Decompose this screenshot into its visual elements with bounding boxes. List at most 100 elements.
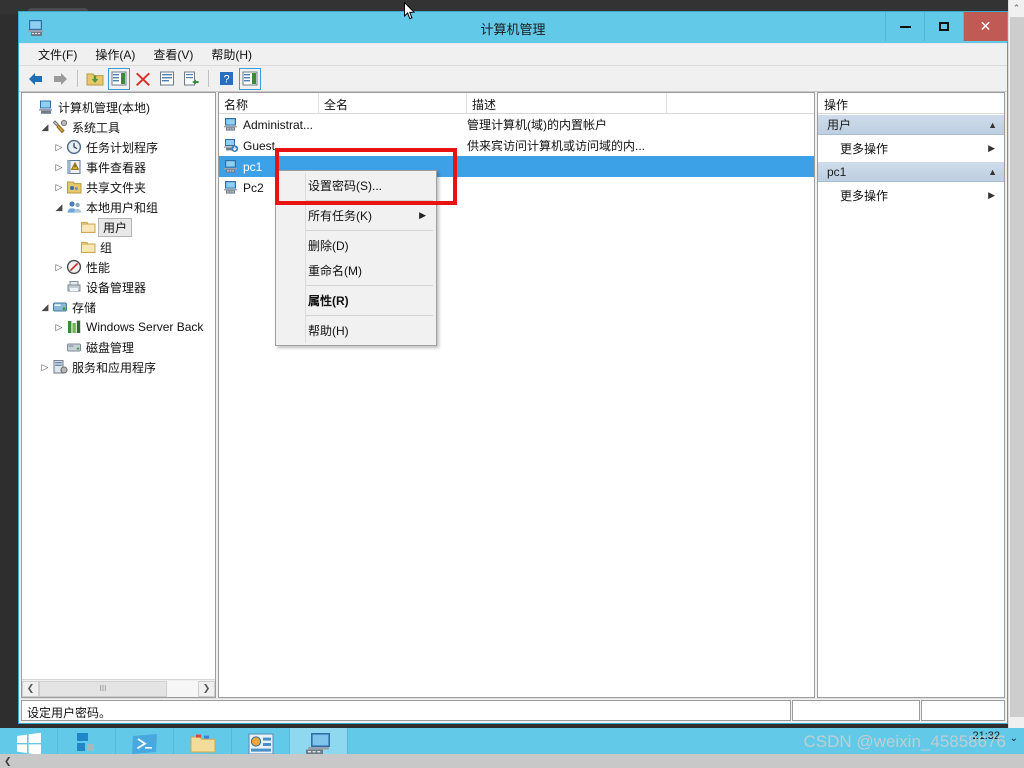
tree-item-4[interactable]: ▷ 共享文件夹 <box>24 177 215 197</box>
taskbar: 21:32 ⌄ CSDN @weixin_45858676 ❮ <box>0 728 1024 768</box>
cell-description: 供来宾访问计算机或访问域的内... <box>467 139 646 153</box>
menu-help[interactable]: 帮助(H) <box>202 44 261 65</box>
svg-text:?: ? <box>223 74 229 86</box>
properties-button[interactable] <box>156 68 178 90</box>
tree-item-10[interactable]: ◢ 存储 <box>24 297 215 317</box>
close-button[interactable]: ✕ <box>963 12 1007 41</box>
actions-pane-header: 操作 <box>818 93 1004 114</box>
minimize-button[interactable] <box>885 12 924 41</box>
actions-pane: 操作 用户 ▲ 更多操作 ▶ pc1 ▲ 更多操作 ▶ <box>817 92 1005 698</box>
tree-item-0[interactable]: 计算机管理(本地) <box>24 97 215 117</box>
page-scroll-track[interactable] <box>1009 17 1024 751</box>
back-button[interactable] <box>25 68 47 90</box>
action-item-more-actions[interactable]: 更多操作 ▶ <box>818 135 1004 161</box>
tree-item-3[interactable]: ▷ 事件查看器 <box>24 157 215 177</box>
console-tree[interactable]: 计算机管理(本地) ◢ 系统工具 ▷ 任务计划程序 ▷ 事件查看器 ▷ 共享文件夹 ◢ 本地用户和组… <box>22 93 215 679</box>
tree-item-6[interactable]: 用户 <box>24 217 215 237</box>
tree-item-7[interactable]: 组 <box>24 237 215 257</box>
tree-twisty-3[interactable]: ▷ <box>52 162 66 173</box>
task-scheduler-icon <box>66 139 83 155</box>
show-action-pane-button[interactable] <box>239 67 261 90</box>
cell-name: Guest <box>219 138 319 153</box>
menu-action[interactable]: 操作(A) <box>86 44 144 65</box>
column-header-fullname[interactable]: 全名 <box>319 93 467 113</box>
column-header-name[interactable]: 名称 <box>219 93 319 113</box>
page-scrollbar[interactable]: ⌃ ⌄ <box>1008 0 1024 768</box>
watermark-text: CSDN @weixin_45858676 <box>803 732 1006 751</box>
context-menu-item-4[interactable]: 属性(R) <box>276 288 436 313</box>
tree-item-5[interactable]: ◢ 本地用户和组 <box>24 197 215 217</box>
page-scroll-thumb[interactable] <box>1010 17 1024 717</box>
file-explorer-icon <box>190 734 215 753</box>
context-menu-item-label: 重命名(M) <box>308 264 362 278</box>
tree-scroll-right-button[interactable]: ❯ <box>198 680 215 697</box>
tree-item-12[interactable]: 磁盘管理 <box>24 337 215 357</box>
window-titlebar[interactable]: 计算机管理 ✕ <box>19 12 1007 43</box>
tree-twisty-2[interactable]: ▷ <box>52 142 66 153</box>
window-title: 计算机管理 <box>480 22 546 37</box>
maximize-button[interactable] <box>924 12 963 41</box>
tray-expand-icon[interactable]: ⌄ <box>1010 733 1018 744</box>
tree-item-9[interactable]: 设备管理器 <box>24 277 215 297</box>
action-group-header-0[interactable]: 用户 ▲ <box>818 114 1004 135</box>
minimize-icon <box>899 25 911 28</box>
table-row[interactable]: Administrat... 管理计算机(域)的内置帐户 <box>219 114 814 135</box>
action-item-label: 更多操作 <box>840 141 889 156</box>
tree-scroll-left-button[interactable]: ❮ <box>22 680 39 697</box>
tree-item-2[interactable]: ▷ 任务计划程序 <box>24 137 215 157</box>
column-header-blank[interactable] <box>667 93 814 113</box>
action-group-header-1[interactable]: pc1 ▲ <box>818 161 1004 182</box>
collapse-caret-icon[interactable]: ▲ <box>988 120 997 130</box>
forward-button[interactable] <box>49 68 71 90</box>
context-menu-item-label: 设置密码(S)... <box>308 179 382 193</box>
up-folder-icon <box>86 73 104 85</box>
user-icon <box>223 117 239 132</box>
tree-twisty-4[interactable]: ▷ <box>52 182 66 193</box>
menu-file[interactable]: 文件(F) <box>29 44 86 65</box>
context-menu-item-5[interactable]: 帮助(H) <box>276 318 436 343</box>
local-users-icon <box>66 199 83 215</box>
bottom-strip-arrow[interactable]: ❮ <box>4 756 12 767</box>
table-row[interactable]: Guest 供来宾访问计算机或访问域的内... <box>219 135 814 156</box>
tree-twisty-11[interactable]: ▷ <box>52 322 66 333</box>
context-menu-separator-4 <box>306 315 433 316</box>
show-hide-tree-button[interactable] <box>108 67 130 90</box>
tree-twisty-5[interactable]: ◢ <box>52 202 66 213</box>
up-folder-button[interactable] <box>84 68 106 90</box>
control-panel-icon <box>248 733 273 755</box>
tree-scroll-track[interactable]: ااا <box>39 680 198 697</box>
context-menu-item-2[interactable]: 删除(D) <box>276 233 436 258</box>
page-scroll-up-button[interactable]: ⌃ <box>1009 0 1024 17</box>
screen: 计算机管理 ✕ 文件(F) 操作(A) 查看(V) 帮助(H) ? 计算机管理(… <box>0 0 1024 768</box>
context-menu-item-3[interactable]: 重命名(M) <box>276 258 436 283</box>
tree-item-label: 服务和应用程序 <box>72 360 157 375</box>
tree-scroll-thumb[interactable]: ااا <box>39 680 167 697</box>
submenu-arrow-icon: ▶ <box>988 189 995 200</box>
help-button[interactable]: ? <box>215 68 237 90</box>
delete-button[interactable] <box>132 68 154 90</box>
context-menu-item-label: 属性(R) <box>308 294 349 308</box>
shared-folders-icon <box>66 179 83 195</box>
status-text: 设定用户密码。 <box>21 700 791 721</box>
folder-icon <box>80 239 97 255</box>
menu-view[interactable]: 查看(V) <box>144 44 202 65</box>
action-group-title: 用户 <box>827 118 852 132</box>
user-context-menu[interactable]: 设置密码(S)... 所有任务(K) ▶ 删除(D) 重命名(M) 属性(R) 帮助(H) <box>275 170 437 346</box>
tree-twisty-10[interactable]: ◢ <box>38 302 52 313</box>
context-menu-item-0[interactable]: 设置密码(S)... <box>276 173 436 198</box>
tree-twisty-13[interactable]: ▷ <box>38 362 52 373</box>
column-header-description[interactable]: 描述 <box>467 93 667 113</box>
tree-twisty-1[interactable]: ◢ <box>38 122 52 133</box>
bottom-strip: ❮ <box>0 754 1024 768</box>
tree-item-8[interactable]: ▷ 性能 <box>24 257 215 277</box>
action-item-more-actions[interactable]: 更多操作 ▶ <box>818 182 1004 208</box>
tree-horizontal-scrollbar[interactable]: ❮ ااا ❯ <box>22 679 215 697</box>
tree-item-11[interactable]: ▷ Windows Server Back <box>24 317 215 337</box>
tree-item-13[interactable]: ▷ 服务和应用程序 <box>24 357 215 377</box>
tree-twisty-8[interactable]: ▷ <box>52 262 66 273</box>
mouse-cursor <box>404 1 416 21</box>
collapse-caret-icon[interactable]: ▲ <box>988 167 997 177</box>
tree-item-1[interactable]: ◢ 系统工具 <box>24 117 215 137</box>
export-list-button[interactable] <box>180 68 202 90</box>
context-menu-item-1[interactable]: 所有任务(K) ▶ <box>276 203 436 228</box>
